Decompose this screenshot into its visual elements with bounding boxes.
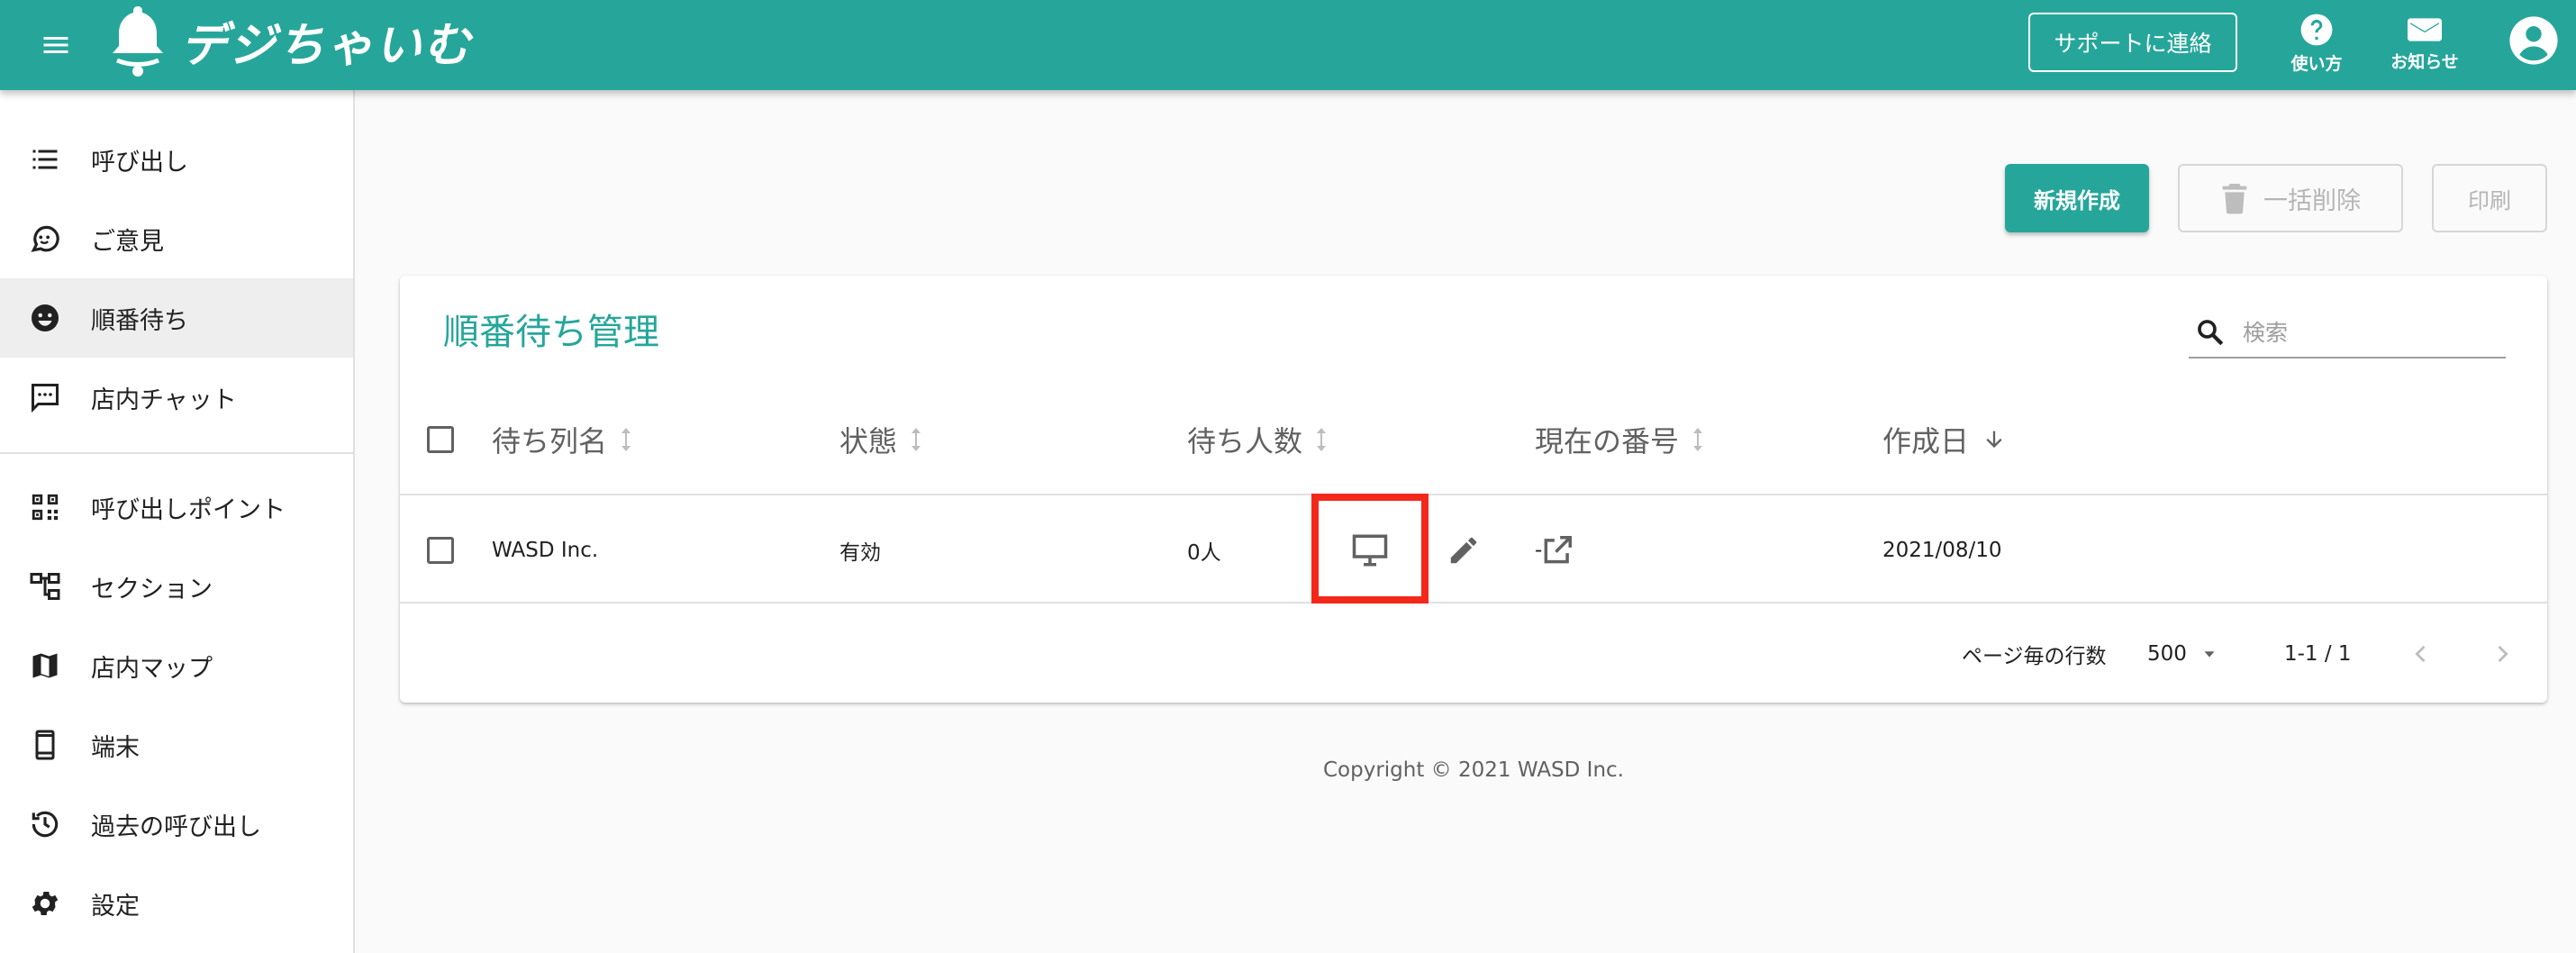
sidebar-item-waiting[interactable]: 順番待ち: [0, 278, 353, 358]
cell-created-date: 2021/08/10: [1882, 539, 2002, 562]
sidebar-item-call-history[interactable]: 過去の呼び出し: [0, 785, 353, 864]
column-header-waiting-count[interactable]: 待ち人数: [1187, 384, 1328, 495]
column-header-label: 現在の番号: [1535, 424, 1680, 458]
sidebar-item-call-points[interactable]: 呼び出しポイント: [0, 467, 353, 547]
search-input[interactable]: [2241, 318, 2493, 347]
feedback-icon: [27, 221, 63, 257]
rows-per-page-value: 500: [2147, 642, 2187, 666]
sidebar-item-label: 設定: [91, 892, 140, 921]
sidebar-item-label: セクション: [91, 575, 213, 604]
sidebar-item-label: 店内マップ: [91, 654, 213, 683]
sort-icon: [1315, 428, 1328, 451]
history-icon: [27, 806, 63, 842]
monitor-icon: [1352, 534, 1388, 567]
column-header-label: 待ち列名: [492, 424, 608, 458]
pencil-icon: [1450, 537, 1477, 564]
gear-icon: [27, 885, 63, 921]
sidebar-item-label: 端末: [91, 733, 140, 762]
column-header-created-date[interactable]: 作成日: [1882, 384, 2007, 495]
row-checkbox[interactable]: [427, 537, 454, 564]
trash-icon: [2222, 184, 2247, 214]
select-all-checkbox[interactable]: [427, 426, 454, 453]
column-header-status[interactable]: 状態: [839, 384, 922, 495]
sidebar-item-store-chat[interactable]: 店内チャット: [0, 358, 353, 437]
page-range: 1-1 / 1: [2284, 642, 2352, 666]
next-page-button[interactable]: [2477, 629, 2527, 679]
new-button[interactable]: 新規作成: [2005, 164, 2149, 232]
list-icon: [27, 141, 63, 177]
sidebar-item-sections[interactable]: セクション: [0, 547, 353, 626]
table-header-row: 待ち列名 状態 待ち人数 現在の番号 作成日: [400, 384, 2547, 495]
hierarchy-icon: [27, 568, 63, 604]
bulk-delete-button[interactable]: 一括削除: [2178, 164, 2403, 232]
column-header-label: 作成日: [1882, 424, 1970, 458]
search-field[interactable]: [2189, 308, 2506, 359]
rows-per-page-select[interactable]: 500: [2147, 632, 2219, 676]
account-circle-icon: [2509, 16, 2558, 65]
sidebar-item-feedback[interactable]: ご意見: [0, 199, 353, 278]
sidebar-item-calls[interactable]: 呼び出し: [0, 120, 353, 199]
column-header-label: 状態: [839, 424, 898, 458]
account-button[interactable]: [2506, 13, 2562, 68]
sidebar-item-label: 過去の呼び出し: [91, 812, 261, 841]
qr-code-icon: [27, 489, 63, 525]
sort-icon: [1692, 428, 1704, 451]
column-header-current-number[interactable]: 現在の番号: [1535, 384, 1704, 495]
face-icon: [27, 300, 63, 336]
app-logo[interactable]: デジちゃいむ: [106, 0, 472, 81]
column-header-label: 待ち人数: [1187, 424, 1303, 458]
sidebar-item-devices[interactable]: 端末: [0, 705, 353, 785]
sidebar-item-settings[interactable]: 設定: [0, 864, 353, 943]
previous-page-button[interactable]: [2396, 629, 2446, 679]
menu-button[interactable]: [36, 25, 76, 65]
sort-icon: [620, 428, 632, 451]
sidebar-item-label: 呼び出しポイント: [91, 495, 286, 524]
app-bar: デジちゃいむ サポートに連絡 使い方 お知らせ: [0, 0, 2576, 90]
display-monitor-button[interactable]: [1340, 521, 1400, 580]
cell-status: 有効: [839, 541, 881, 565]
hamburger-icon: [43, 37, 68, 53]
table-footer: ページ毎の行数 500 1-1 / 1: [400, 605, 2547, 703]
sort-icon: [910, 428, 922, 451]
open-external-button[interactable]: [1528, 521, 1587, 580]
sidebar-item-label: 店内チャット: [91, 386, 237, 414]
cell-queue-name: WASD Inc.: [492, 539, 599, 562]
sidebar-item-label: 呼び出し: [91, 148, 188, 177]
rows-per-page-label: ページ毎の行数: [1962, 645, 2107, 668]
column-header-queue-name[interactable]: 待ち列名: [492, 384, 632, 495]
chevron-right-icon: [2498, 645, 2508, 663]
bell-logo-icon: [113, 6, 163, 77]
help-icon: [2300, 14, 2333, 45]
help-label: 使い方: [2290, 53, 2343, 74]
map-icon: [27, 648, 63, 684]
sidebar-item-label: ご意見: [91, 227, 164, 256]
caret-down-icon: [2200, 644, 2219, 664]
sidebar: 呼び出し ご意見 順番待ち 店内チャット 呼び出しポイント セクション 店内マッ…: [0, 90, 355, 953]
smartphone-icon: [27, 727, 63, 763]
logo-text: デジちゃいむ: [180, 18, 473, 73]
arrow-down-icon: [1982, 427, 2007, 452]
mail-icon: [2408, 17, 2442, 41]
sidebar-divider: [0, 452, 353, 454]
help-button[interactable]: 使い方: [2272, 7, 2362, 79]
waiting-queue-card: 順番待ち管理 待ち列名 状態 待ち人数 現在の番号: [400, 276, 2547, 703]
cell-waiting-count: 0人: [1187, 541, 1221, 565]
copyright: Copyright © 2021 WASD Inc.: [1322, 758, 1624, 782]
table-row[interactable]: WASD Inc. 有効 0人 - 2021/08/10: [400, 494, 2547, 604]
print-button[interactable]: 印刷: [2432, 164, 2547, 232]
bulk-delete-label: 一括削除: [2263, 186, 2361, 215]
edit-button[interactable]: [1434, 521, 1493, 580]
contact-support-button[interactable]: サポートに連絡: [2028, 13, 2237, 72]
chat-icon: [27, 379, 63, 415]
chevron-left-icon: [2415, 645, 2426, 663]
page-title: 順番待ち管理: [443, 312, 659, 353]
sidebar-item-label: 順番待ち: [91, 306, 188, 335]
open-in-new-icon: [1544, 536, 1572, 564]
search-icon: [2192, 314, 2228, 350]
sidebar-item-store-map[interactable]: 店内マップ: [0, 626, 353, 705]
news-button[interactable]: お知らせ: [2380, 7, 2470, 79]
news-label: お知らせ: [2390, 51, 2459, 72]
